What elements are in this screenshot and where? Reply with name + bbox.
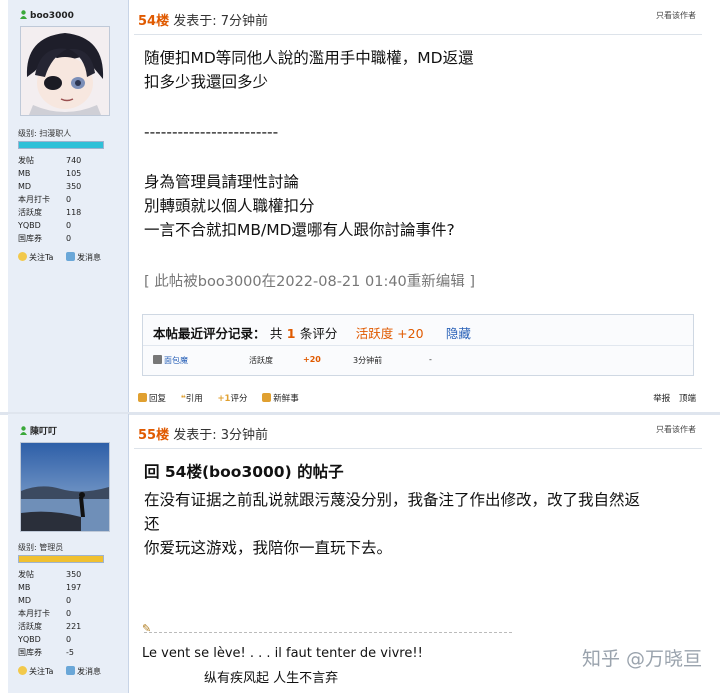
- post-header: 54楼 发表于: 7分钟前: [138, 10, 268, 29]
- signature-line: Le vent se lève! . . . il faut tenter de…: [142, 646, 423, 661]
- stat-row: MD 350: [18, 182, 82, 191]
- stat-row: 活跃度 118: [18, 208, 82, 217]
- bulb-icon: [18, 666, 27, 675]
- floor-number[interactable]: 54楼: [138, 14, 169, 29]
- post-header: 55楼 发表于: 3分钟前: [138, 424, 268, 443]
- message-icon: [66, 252, 76, 261]
- report-link[interactable]: 举报: [653, 394, 670, 404]
- edit-note: [ 此帖被boo3000在2022-08-21 01:40重新编辑 ]: [144, 274, 476, 290]
- user-level: 级别: 管理员: [18, 543, 64, 552]
- message-icon: [66, 666, 76, 675]
- follow-button[interactable]: 关注Ta: [18, 666, 53, 676]
- user-online-icon: [20, 10, 27, 19]
- content-line: 身為管理員請理性討論: [144, 173, 300, 191]
- username[interactable]: 陳叮叮: [20, 424, 57, 437]
- stat-row: MD 0: [18, 596, 72, 605]
- user-sidebar: boo3000 级别: 扫漫职人 发帖 740 MB 105 MD 350 本月打卡 0: [8, 0, 129, 414]
- new-thing-button[interactable]: 新鲜事: [262, 393, 299, 404]
- post-content: 在没有证据之前乱说就跟污蔑没分别，我备注了作出修改，改了我自然返 还 你爱玩这游…: [144, 488, 640, 560]
- content-line: 你爱玩这游戏，我陪你一直玩下去。: [144, 539, 393, 557]
- post-time: 发表于: 3分钟前: [173, 428, 269, 443]
- rating-title: 本帖最近评分记录： 共 1 条评分 活跃度 +20 隐藏: [153, 326, 471, 341]
- signature-line: 纵有疾风起 人生不言弃: [204, 671, 339, 686]
- follow-button[interactable]: 关注Ta: [18, 252, 53, 262]
- avatar[interactable]: [20, 442, 110, 532]
- message-button[interactable]: 发消息: [66, 252, 101, 262]
- rating-activity: 活跃度 +20: [355, 326, 424, 341]
- content-line: ------------------------: [144, 123, 279, 141]
- divider: [143, 345, 693, 346]
- post-54: boo3000 级别: 扫漫职人 发帖 740 MB 105 MD 350 本月打卡 0: [8, 0, 712, 414]
- hide-ratings-link[interactable]: 隐藏: [446, 326, 471, 341]
- content-line: 一言不合就扣MB/MD還哪有人跟你討論事件?: [144, 221, 455, 239]
- rating-reason: -: [429, 355, 432, 364]
- reply-title: 回 54楼(boo3000) 的帖子: [144, 463, 344, 481]
- rater[interactable]: 面包魔: [153, 355, 188, 366]
- stat-row: 本月打卡 0: [18, 195, 72, 204]
- content-line: 还: [144, 515, 160, 533]
- user-stats: 发帖 740 MB 105 MD 350 本月打卡 0 活跃度 118 YQBD 0 国库券…: [18, 154, 128, 245]
- content-line: 扣多少我還回多少: [144, 73, 269, 91]
- divider: [134, 448, 702, 449]
- only-author-link[interactable]: 只看该作者: [656, 10, 696, 21]
- rate-button[interactable]: +1评分: [217, 394, 247, 404]
- reply-icon: [138, 393, 147, 402]
- quote-button[interactable]: ❝引用: [181, 394, 203, 404]
- stat-row: 国库券 -5: [18, 648, 74, 657]
- floor-number[interactable]: 55楼: [138, 428, 169, 443]
- watermark: 知乎 @万晓亘: [581, 648, 702, 670]
- signature-pencil-icon: ✎: [142, 622, 152, 635]
- avatar-image: [21, 443, 109, 531]
- post-main: 54楼 发表于: 7分钟前 只看该作者 随便扣MD等同他人說的濫用手中職權，MD…: [134, 0, 712, 414]
- content-line: 別轉頭就以個人職權扣分: [144, 197, 315, 215]
- content-line: 随便扣MD等同他人說的濫用手中職權，MD返還: [144, 49, 474, 67]
- avatar-image: [21, 27, 109, 115]
- avatar[interactable]: [20, 26, 110, 116]
- bulb-icon: [18, 252, 27, 261]
- content-line: 在没有证据之前乱说就跟污蔑没分别，我备注了作出修改，改了我自然返: [144, 491, 641, 509]
- rating-value: +20: [303, 355, 321, 364]
- user-online-icon: [20, 426, 27, 435]
- post-time: 发表于: 7分钟前: [173, 14, 269, 29]
- only-author-link[interactable]: 只看该作者: [656, 424, 696, 435]
- stat-row: MB 197: [18, 583, 82, 592]
- stat-row: 发帖 740: [18, 156, 82, 165]
- rating-record: 本帖最近评分记录： 共 1 条评分 活跃度 +20 隐藏 面包魔 活跃度 +20…: [142, 314, 694, 376]
- top-link[interactable]: 顶端: [679, 394, 696, 404]
- stat-row: 国库券 0: [18, 234, 72, 243]
- stat-row: YQBD 0: [18, 635, 72, 644]
- stat-row: 活跃度 221: [18, 622, 82, 631]
- username[interactable]: boo3000: [20, 10, 74, 21]
- divider: [134, 34, 702, 35]
- stat-row: 本月打卡 0: [18, 609, 72, 618]
- message-button[interactable]: 发消息: [66, 666, 101, 676]
- user-stats: 发帖 350 MB 197 MD 0 本月打卡 0 活跃度 221 YQBD 0 国库券 -5: [18, 568, 128, 659]
- rate-icon: +1: [217, 394, 231, 404]
- news-icon: [262, 393, 272, 402]
- rating-item: 活跃度: [249, 356, 273, 365]
- stat-row: MB 105: [18, 169, 82, 178]
- rater-avatar-icon: [153, 355, 162, 364]
- user-actions: 关注Ta 发消息: [18, 666, 111, 677]
- level-bar: [18, 141, 104, 149]
- post-footer: 回复 ❝引用 +1评分 新鲜事: [138, 392, 311, 404]
- stat-row: 发帖 350: [18, 570, 82, 579]
- user-actions: 关注Ta 发消息: [18, 252, 111, 263]
- signature-divider: [144, 632, 512, 633]
- reply-button[interactable]: 回复: [138, 393, 166, 404]
- stat-row: YQBD 0: [18, 221, 72, 230]
- post-content: 随便扣MD等同他人說的濫用手中職權，MD返還 扣多少我還回多少 --------…: [144, 46, 474, 242]
- user-level: 级别: 扫漫职人: [18, 129, 72, 138]
- user-sidebar: 陳叮叮 级别: 管理员 发帖 350 MB 197 MD 0 本月打卡 0 活跃度 221…: [8, 414, 129, 693]
- rating-time: 3分钟前: [353, 356, 383, 365]
- level-bar: [18, 555, 104, 563]
- footer-right: 举报 顶端: [653, 392, 696, 404]
